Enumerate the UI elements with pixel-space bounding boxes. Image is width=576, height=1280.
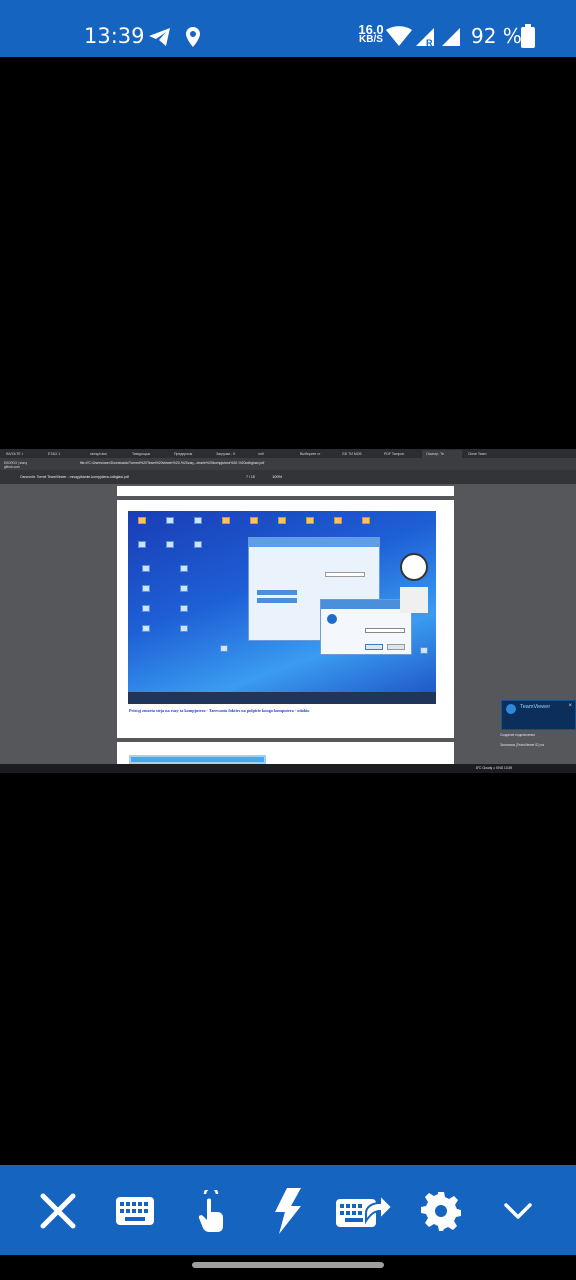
bookmark-info: ЕКОЛОЗ | slonq github.com [4,461,54,469]
browser-tab-strip: INVOLTE t ETAG 1 slonq/ruks/ Тимуроцык П… [0,449,576,458]
teamviewer-id-field [257,590,297,595]
desktop-icon [306,517,314,524]
teamviewer-window-header [249,538,379,547]
auth-dialog-header [321,600,411,609]
desktop-icon [194,517,202,524]
desktop-icon [278,517,286,524]
teamviewer-auth-dialog [320,599,412,655]
close-icon [40,1193,76,1229]
pdf-page-next [117,742,454,764]
auth-ok-button [365,644,383,650]
wifi-icon [386,26,412,46]
desktop-icon [180,585,188,592]
remote-screen[interactable]: INVOLTE t ETAG 1 slonq/ruks/ Тимуроцык П… [0,449,576,773]
telegram-icon [149,28,170,46]
bookmark-line: github.com [4,465,20,469]
touch-icon [198,1190,223,1232]
location-icon [186,27,200,47]
browser-tab[interactable]: Close Team [464,450,504,458]
settings-button[interactable] [413,1183,469,1239]
bottom-toolbar [0,1165,576,1255]
desktop-taskbar [128,692,436,704]
desktop-icon [166,541,174,548]
keyboard-button[interactable] [107,1183,163,1239]
teamviewer-status-line: Заголовок (TeamViewer ID) на [500,743,544,747]
desktop-icon [420,647,428,654]
browser-tab[interactable]: Загрузки - К [212,450,252,458]
url-text[interactable]: file:///C:/Users/user/Downloads/Turned%2… [80,461,264,465]
desktop-icon [142,605,150,612]
pdf-zoom-level[interactable]: 100% [272,474,282,479]
desktop-icon [222,517,230,524]
browser-tab[interactable]: Тимуроцык [128,450,168,458]
desktop-icon [180,605,188,612]
navigation-handle[interactable] [192,1262,384,1268]
keyboard-send-icon [336,1192,392,1227]
desktop-icon [180,565,188,572]
keyboard-icon [116,1197,154,1225]
pdf-page-top [117,486,454,496]
browser-tab[interactable]: slonq/ruks/ [86,450,126,458]
figure-caption: Pristąj zmoeta sieja na ruzy ta kompjute… [129,708,310,713]
collapse-toolbar-button[interactable] [490,1183,546,1239]
battery-icon [521,24,535,48]
close-icon[interactable]: × [568,703,572,709]
browser-tab-active[interactable]: Осмотр. Те [422,450,462,458]
send-key-combination-button[interactable] [336,1183,392,1239]
browser-tab[interactable]: Выберите ст [296,450,336,458]
speed-unit: KB/S [359,34,383,45]
teamviewer-popup[interactable]: TeamViewer × [501,700,576,730]
desktop-icon [142,585,150,592]
status-bar: 13:39 16.0 KB/S R 92 % [0,0,576,57]
browser-tab[interactable]: nofi [254,450,294,458]
close-button[interactable] [30,1183,86,1239]
teamviewer-logo-icon [506,704,516,714]
windows-tray: 8°C Cloudy ∧ ENG 13:39 [476,766,513,770]
desktop-icon [194,541,202,548]
auth-dialog-logo [327,614,337,624]
desktop-calendar-gadget [400,587,428,613]
desktop-icon [138,541,146,548]
browser-tab[interactable]: GD ТИ МОБ [338,450,378,458]
pdf-title: Osnovnitr. Tornet TeamViewer - mnogyikam… [20,475,129,479]
touch-mode-button[interactable] [183,1183,239,1239]
network-speed: 16.0 KB/S [357,23,385,45]
network-roaming-letter: R [426,38,433,48]
browser-tab[interactable]: ETAG 1 [44,450,84,458]
desktop-icon [138,517,146,524]
status-time: 13:39 [84,24,145,48]
desktop-icon [250,517,258,524]
browser-tab[interactable]: INVOLTE t [2,450,42,458]
pdf-page-indicator[interactable]: 7 / 15 [246,475,255,479]
next-page-image [129,755,266,764]
teamviewer-popup-title: TeamViewer [520,704,551,710]
auth-password-field [365,628,405,633]
teamviewer-password-field [257,598,297,603]
address-bar[interactable]: file:///C:/Users/user/Downloads/Turned%2… [0,458,576,470]
chevron-down-icon [504,1203,532,1219]
app-root: 13:39 16.0 KB/S R 92 % INVOLTE t ETAG 1 … [0,0,576,1280]
windows-taskbar[interactable]: 8°C Cloudy ∧ ENG 13:39 [0,764,576,773]
battery-percent: 92 % [471,24,522,48]
actions-button[interactable] [260,1183,316,1239]
desktop-icon [180,625,188,632]
browser-tab[interactable]: PDF Tampon [380,450,420,458]
desktop-icon [142,565,150,572]
signal-icon [442,28,460,46]
desktop-icon [334,517,342,524]
desktop-icon [362,517,370,524]
pdf-toolbar: Osnovnitr. Tornet TeamViewer - mnogyikam… [0,470,576,484]
lightning-icon [275,1188,301,1234]
desktop-icon [142,625,150,632]
teamviewer-status-line: Создание подключения [500,733,535,737]
desktop-clock-gadget [400,553,428,581]
desktop-icon [220,645,228,652]
desktop-icon [166,517,174,524]
browser-tab[interactable]: Предпросм [170,450,210,458]
pdf-desktop-image [128,511,436,704]
gear-icon [421,1192,461,1231]
auth-cancel-button [387,644,405,650]
teamviewer-partner-field [325,572,365,577]
